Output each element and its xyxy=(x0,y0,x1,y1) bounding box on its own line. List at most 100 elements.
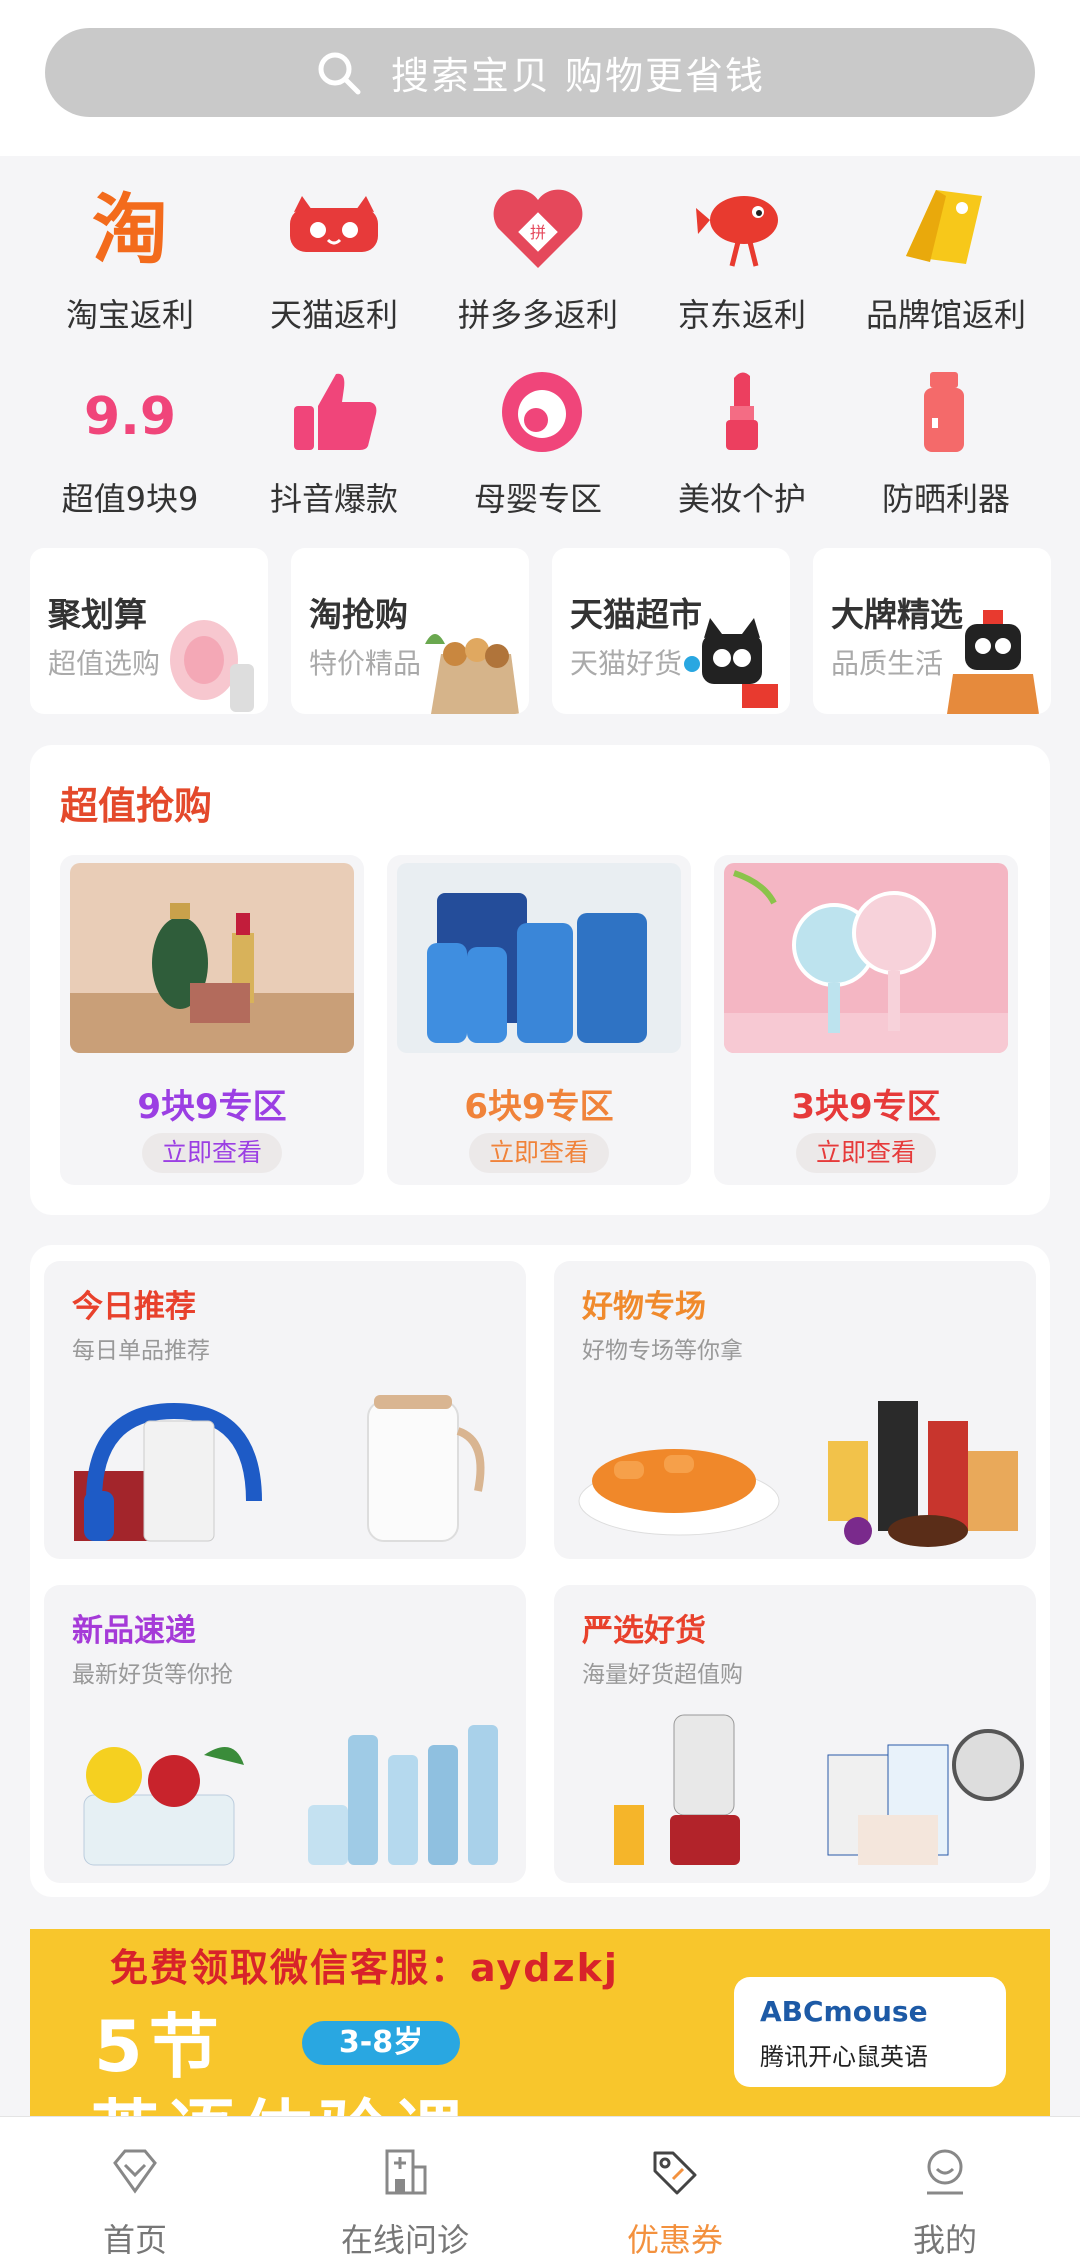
category-label: 抖音爆款 xyxy=(269,480,398,518)
category-taobao[interactable]: 淘 淘宝返利 xyxy=(22,168,238,338)
svg-text:9.9: 9.9 xyxy=(84,387,176,447)
thumbs-up-icon xyxy=(284,362,384,462)
value-grab-section: 超值抢购 9块9专区 立即查看 6块9专区 立即查看 3块9专区 立即查看 xyxy=(30,745,1050,1215)
grab-card-name: 6块9专区 xyxy=(464,1087,614,1127)
channel-card-brand-select[interactable]: 大牌精选 品质生活 xyxy=(813,548,1051,714)
user-icon xyxy=(927,2149,963,2195)
nuts-bag-image xyxy=(425,634,519,714)
view-now-button[interactable]: 立即查看 xyxy=(469,1133,609,1173)
rec-card-selected[interactable]: 严选好货 海量好货超值购 xyxy=(554,1585,1036,1883)
imported-goods-image xyxy=(827,1729,1024,1865)
channel-subtitle: 超值选购 xyxy=(48,647,161,680)
channel-subtitle: 品质生活 xyxy=(831,647,944,680)
grab-card-9-9[interactable]: 9块9专区 立即查看 xyxy=(60,855,364,1185)
abcmouse-logo: ABCmouse 腾讯开心鼠英语 xyxy=(734,1977,1006,2087)
skincare-bottles-image xyxy=(308,1725,498,1865)
juicer-image xyxy=(614,1714,740,1865)
taobao-icon: 淘 xyxy=(80,178,180,278)
rec-card-subtitle: 好物专场等你拿 xyxy=(582,1338,743,1364)
category-label: 超值9块9 xyxy=(61,480,199,518)
category-label: 母婴专区 xyxy=(473,480,602,518)
channel-subtitle: 特价精品 xyxy=(309,647,422,680)
tab-coupon[interactable]: 优惠券 xyxy=(540,2117,810,2266)
category-label: 美妆个护 xyxy=(677,480,806,518)
beauty-device-image xyxy=(170,620,254,712)
channel-subtitle: 天猫好货 xyxy=(570,647,683,680)
category-tmall[interactable]: 天猫返利 xyxy=(226,168,442,338)
tab-label: 首页 xyxy=(102,2221,167,2259)
category-mother-baby[interactable]: 母婴专区 xyxy=(430,352,646,522)
channel-title: 淘抢购 xyxy=(309,595,408,634)
category-nine-nine[interactable]: 9.9 超值9块9 xyxy=(22,352,238,522)
svg-text:拼: 拼 xyxy=(530,223,546,242)
search-icon xyxy=(318,52,361,94)
view-now-button[interactable]: 立即查看 xyxy=(142,1133,282,1173)
search-bar[interactable]: 搜索宝贝 购物更省钱 xyxy=(45,28,1035,117)
tmall-cat-cart-image xyxy=(684,618,778,708)
detergent-image xyxy=(397,863,681,1053)
mother-baby-icon xyxy=(488,362,588,462)
rec-card-title: 今日推荐 xyxy=(72,1289,196,1325)
tmall-cat-box-image xyxy=(947,610,1039,714)
recommend-section: 今日推荐 每日单品推荐 好物专场 好物专场等你拿 新品速递 最新好货等你抢 严选… xyxy=(30,1245,1050,1897)
view-now-button[interactable]: 立即查看 xyxy=(796,1133,936,1173)
brand-name: ABCmouse xyxy=(760,1995,928,2028)
fan-image xyxy=(724,863,1008,1053)
coupon-tag-icon xyxy=(653,2151,697,2195)
nine-nine-icon: 9.9 xyxy=(80,362,180,462)
sunscreen-icon xyxy=(896,362,996,462)
tab-label: 我的 xyxy=(912,2221,977,2259)
rec-card-subtitle: 海量好货超值购 xyxy=(582,1662,743,1688)
rec-card-new[interactable]: 新品速递 最新好货等你抢 xyxy=(44,1585,526,1883)
tab-home[interactable]: 首页 xyxy=(0,2117,270,2266)
tag-icon xyxy=(896,178,996,278)
bottom-tab-bar: 首页 在线问诊 优惠券 我的 xyxy=(0,2116,1080,2266)
banner-headline: 免费领取微信客服：aydzkj xyxy=(110,1946,619,1990)
category-jd[interactable]: 京东返利 xyxy=(634,168,850,338)
tab-label: 优惠券 xyxy=(626,2221,723,2259)
channel-card-taoqianggou[interactable]: 淘抢购 特价精品 xyxy=(291,548,529,714)
category-label: 拼多多返利 xyxy=(457,296,618,334)
headphones-image xyxy=(74,1402,262,1542)
search-header: 搜索宝贝 购物更省钱 xyxy=(0,0,1080,156)
pinduoduo-icon: 拼 xyxy=(488,178,588,278)
jd-icon xyxy=(692,178,792,278)
category-label: 淘宝返利 xyxy=(65,296,194,334)
tab-mine[interactable]: 我的 xyxy=(810,2117,1080,2266)
perfume-image xyxy=(70,863,354,1053)
tmall-icon xyxy=(284,178,384,278)
kettle-image xyxy=(367,1395,485,1542)
rec-card-title: 好物专场 xyxy=(582,1289,706,1325)
banner-course: 英语体验课 xyxy=(90,2077,470,2117)
promo-banner[interactable]: 免费领取微信客服：aydzkj 5节 3-8岁 英语体验课 ABCmouse 腾… xyxy=(30,1929,1050,2117)
section-title: 超值抢购 xyxy=(60,784,213,828)
svg-text:淘: 淘 xyxy=(92,185,168,274)
grab-card-name: 3块9专区 xyxy=(791,1087,941,1127)
grab-card-3-9[interactable]: 3块9专区 立即查看 xyxy=(714,855,1018,1185)
category-brand[interactable]: 品牌馆返利 xyxy=(838,168,1054,338)
category-pinduoduo[interactable]: 拼 拼多多返利 xyxy=(430,168,646,338)
category-beauty[interactable]: 美妆个护 xyxy=(634,352,850,522)
food-box-image xyxy=(83,1747,244,1866)
channel-card-juhuasuan[interactable]: 聚划算 超值选购 xyxy=(30,548,268,714)
lipstick-icon xyxy=(692,362,792,462)
tab-consult[interactable]: 在线问诊 xyxy=(270,2117,540,2266)
rec-card-title: 严选好货 xyxy=(582,1613,706,1649)
grab-card-6-9[interactable]: 6块9专区 立即查看 xyxy=(387,855,691,1185)
category-label: 京东返利 xyxy=(677,296,806,334)
rec-card-title: 新品速递 xyxy=(72,1613,196,1649)
grab-card-name: 9块9专区 xyxy=(137,1087,287,1127)
hospital-icon xyxy=(385,2149,427,2195)
rec-card-subtitle: 每日单品推荐 xyxy=(72,1338,210,1364)
category-sunscreen[interactable]: 防晒利器 xyxy=(838,352,1054,522)
channel-title: 聚划算 xyxy=(48,595,147,634)
banner-age-badge: 3-8岁 xyxy=(302,2021,460,2065)
channel-card-tmall-supermarket[interactable]: 天猫超市 天猫好货 xyxy=(552,548,790,714)
rec-card-goods[interactable]: 好物专场 好物专场等你拿 xyxy=(554,1261,1036,1559)
snack-plate-image xyxy=(578,1449,780,1536)
category-label: 防晒利器 xyxy=(881,480,1010,518)
category-label: 品牌馆返利 xyxy=(865,296,1026,334)
rec-card-today[interactable]: 今日推荐 每日单品推荐 xyxy=(44,1261,526,1559)
rec-card-subtitle: 最新好货等你抢 xyxy=(72,1662,233,1688)
category-douyin[interactable]: 抖音爆款 xyxy=(226,352,442,522)
